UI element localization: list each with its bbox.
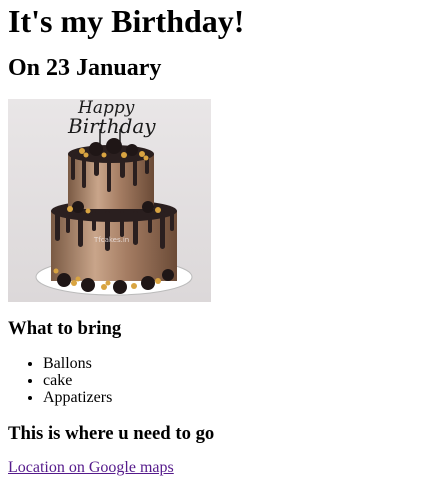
list-item: Ballons [43, 355, 112, 372]
google-maps-link[interactable]: Location on Google maps [8, 459, 174, 477]
bring-list: Ballons cake Appatizers [8, 355, 112, 406]
photo-watermark: Tfcakes.in [93, 236, 129, 244]
list-item: Appatizers [43, 389, 112, 406]
list-item: cake [43, 372, 112, 389]
where-to-go-heading: This is where u need to go [8, 423, 215, 444]
event-date-heading: On 23 January [8, 55, 162, 81]
cake-topper-birthday: Birthday [67, 114, 156, 138]
page-title: It's my Birthday! [8, 3, 245, 39]
what-to-bring-heading: What to bring [8, 318, 122, 339]
birthday-cake-image: Happy Birthday Tfcakes.in [8, 99, 211, 302]
